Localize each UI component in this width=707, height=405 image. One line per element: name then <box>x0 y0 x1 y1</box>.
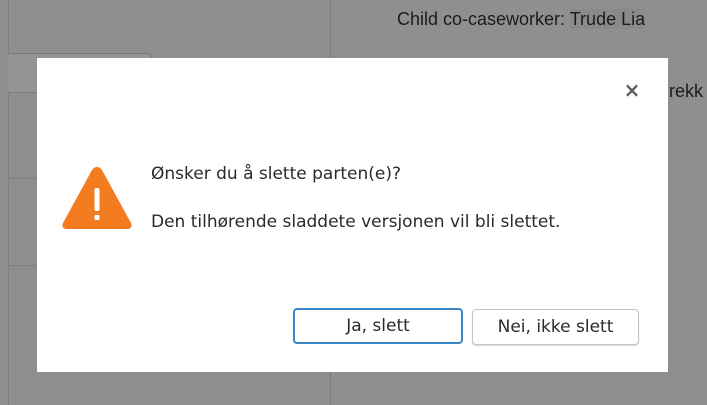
dialog-message: Den tilhørende sladdete versjonen vil bl… <box>151 212 561 232</box>
close-icon[interactable]: × <box>622 80 642 100</box>
dialog-title: Ønsker du å slette parten(e)? <box>151 164 401 184</box>
confirm-delete-button[interactable]: Ja, slett <box>293 308 463 344</box>
background-partial-text: rekk <box>669 81 704 101</box>
cancel-delete-button[interactable]: Nei, ikke slett <box>472 309 639 345</box>
caseworker-info: Child co-caseworker: Trude Lia <box>397 9 646 30</box>
warning-icon <box>62 167 132 229</box>
caseworker-label: Child co-caseworker: <box>397 9 570 29</box>
caseworker-name: Trude Lia <box>569 9 646 29</box>
delete-confirmation-dialog: × Ønsker du å slette parten(e)? Den tilh… <box>37 58 668 372</box>
